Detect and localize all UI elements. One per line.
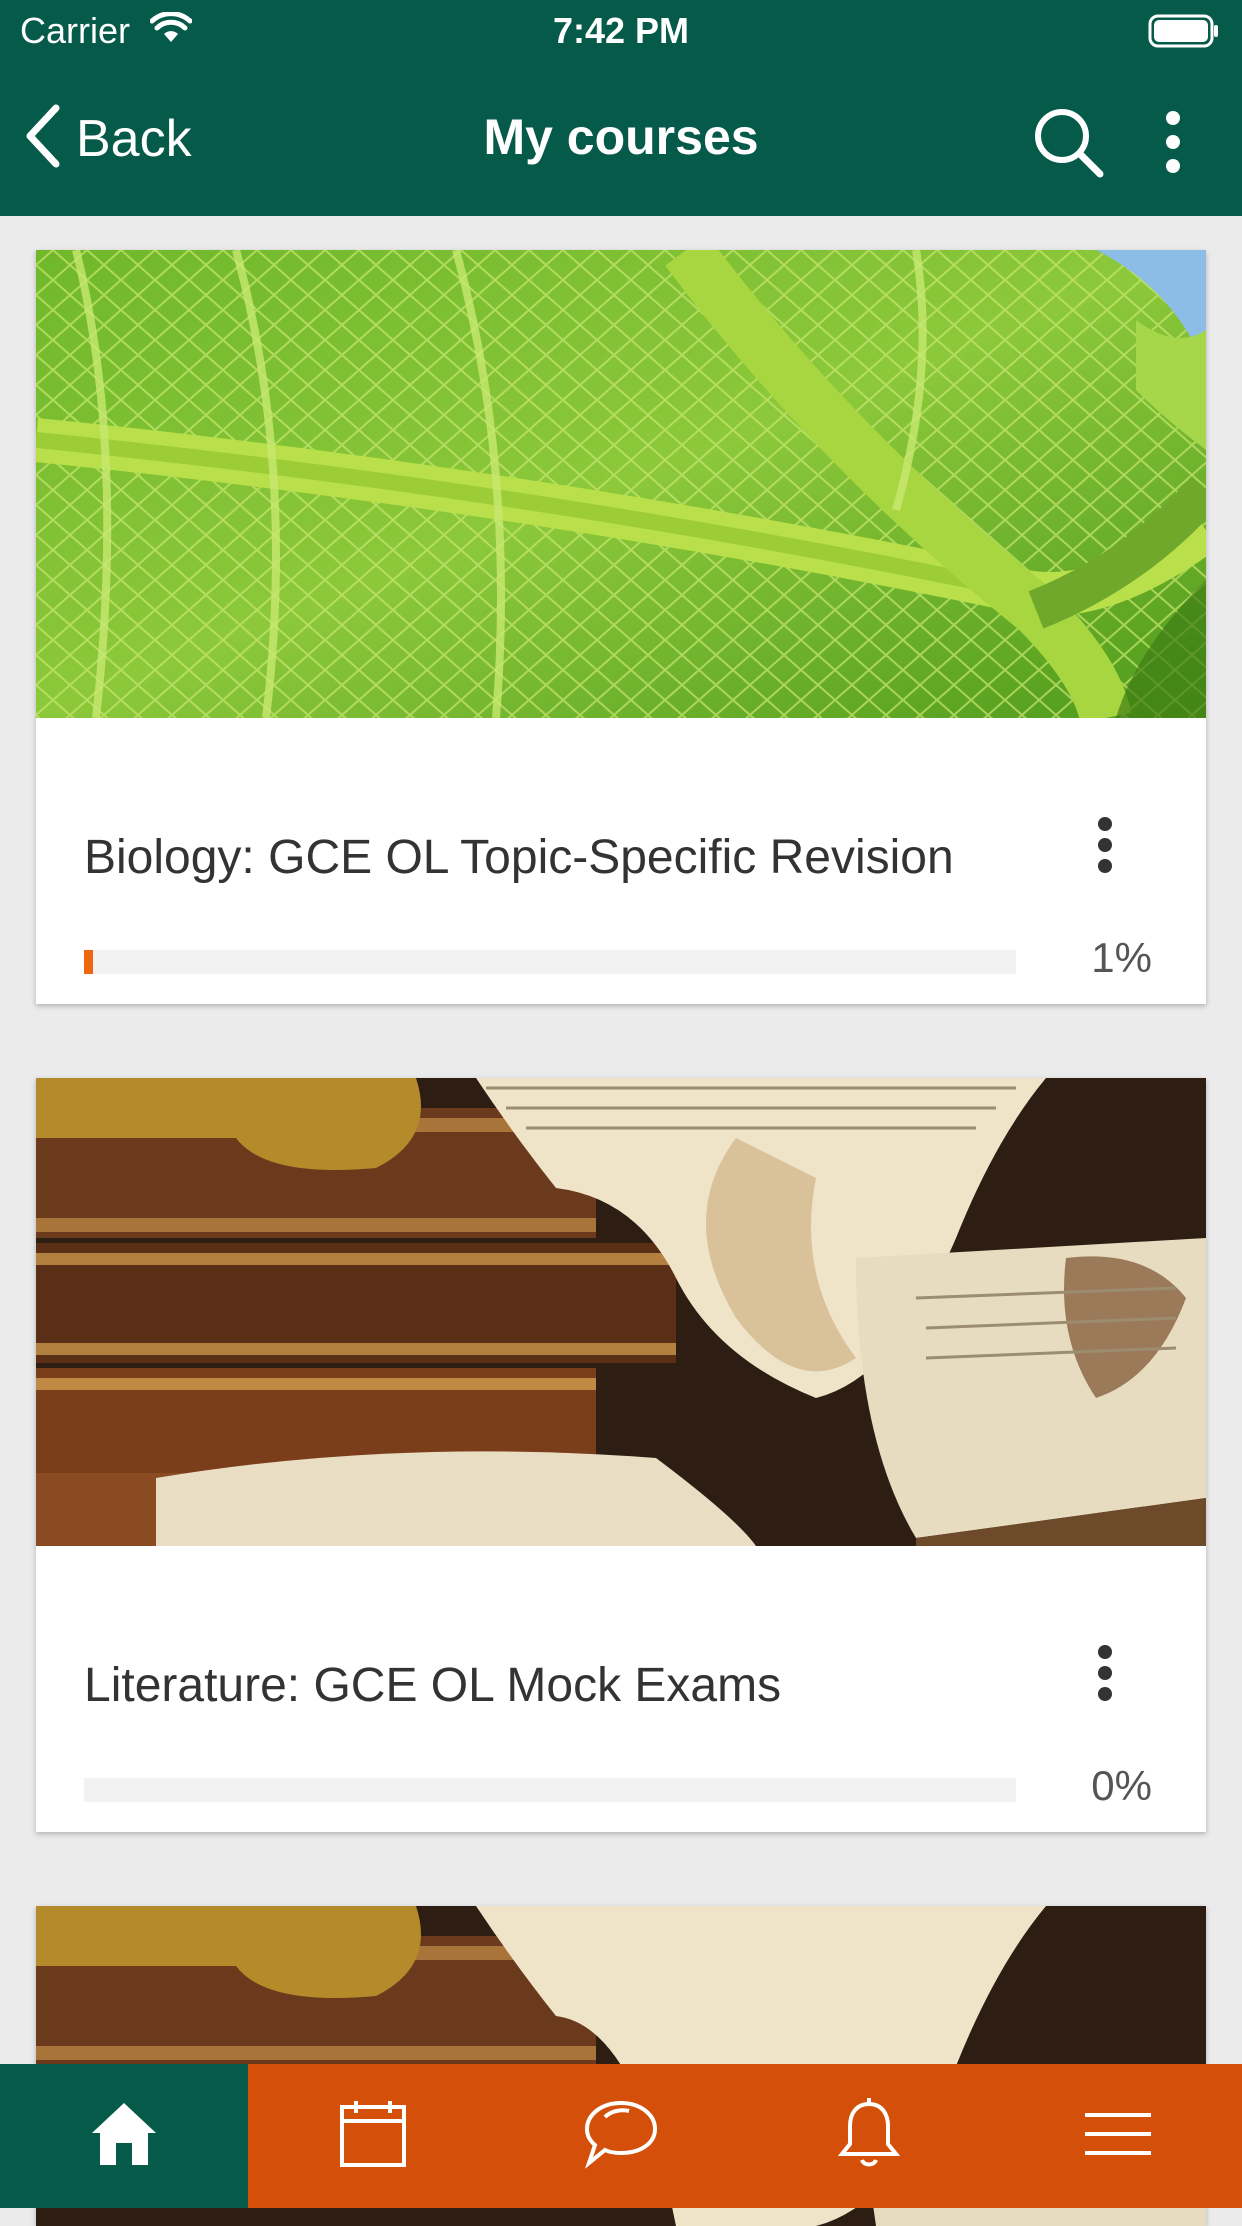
vertical-dots-icon [1160, 111, 1186, 178]
tab-messages[interactable] [497, 2064, 745, 2208]
tab-notifications[interactable] [745, 2064, 993, 2208]
more-options-button[interactable] [1160, 110, 1186, 179]
clock: 7:42 PM [552, 10, 690, 51]
progress-percent: 0% [1091, 1762, 1152, 1809]
navigation-bar: Back My courses [0, 64, 1242, 216]
battery-icon [1148, 14, 1220, 53]
menu-icon [1083, 2111, 1153, 2162]
tab-calendar[interactable] [248, 2064, 496, 2208]
course-title[interactable]: Biology: GCE OL Topic-Specific Revision [84, 830, 954, 885]
progress-bar [84, 950, 1016, 974]
chat-icon [581, 2097, 661, 2176]
vertical-dots-icon [1094, 1645, 1116, 1706]
course-image-leaf [36, 250, 1206, 718]
course-image-books [36, 1078, 1206, 1546]
bell-icon [838, 2097, 901, 2175]
tab-home[interactable] [0, 2064, 249, 2208]
course-options-button[interactable] [1094, 1644, 1116, 1707]
tab-more[interactable] [994, 2064, 1242, 2208]
course-options-button[interactable] [1094, 816, 1116, 879]
progress-percent: 1% [1091, 934, 1152, 981]
course-card[interactable]: Biology: GCE OL Topic-Specific Revision … [36, 250, 1206, 1004]
progress-bar [84, 1778, 1016, 1802]
bottom-tab-bar [0, 2064, 1242, 2208]
course-card[interactable]: Literature: GCE OL Mock Exams 0% [36, 1078, 1206, 1832]
top-app-bar: Carrier 7:42 PM Back My courses [0, 0, 1242, 216]
search-icon [1030, 109, 1106, 184]
vertical-dots-icon [1094, 817, 1116, 878]
calendar-icon [338, 2099, 408, 2174]
course-title[interactable]: Literature: GCE OL Mock Exams [84, 1658, 781, 1713]
search-button[interactable] [1030, 104, 1106, 185]
progress-bar-fill [84, 950, 94, 974]
status-bar: Carrier 7:42 PM [0, 0, 1242, 64]
home-icon [88, 2099, 160, 2174]
